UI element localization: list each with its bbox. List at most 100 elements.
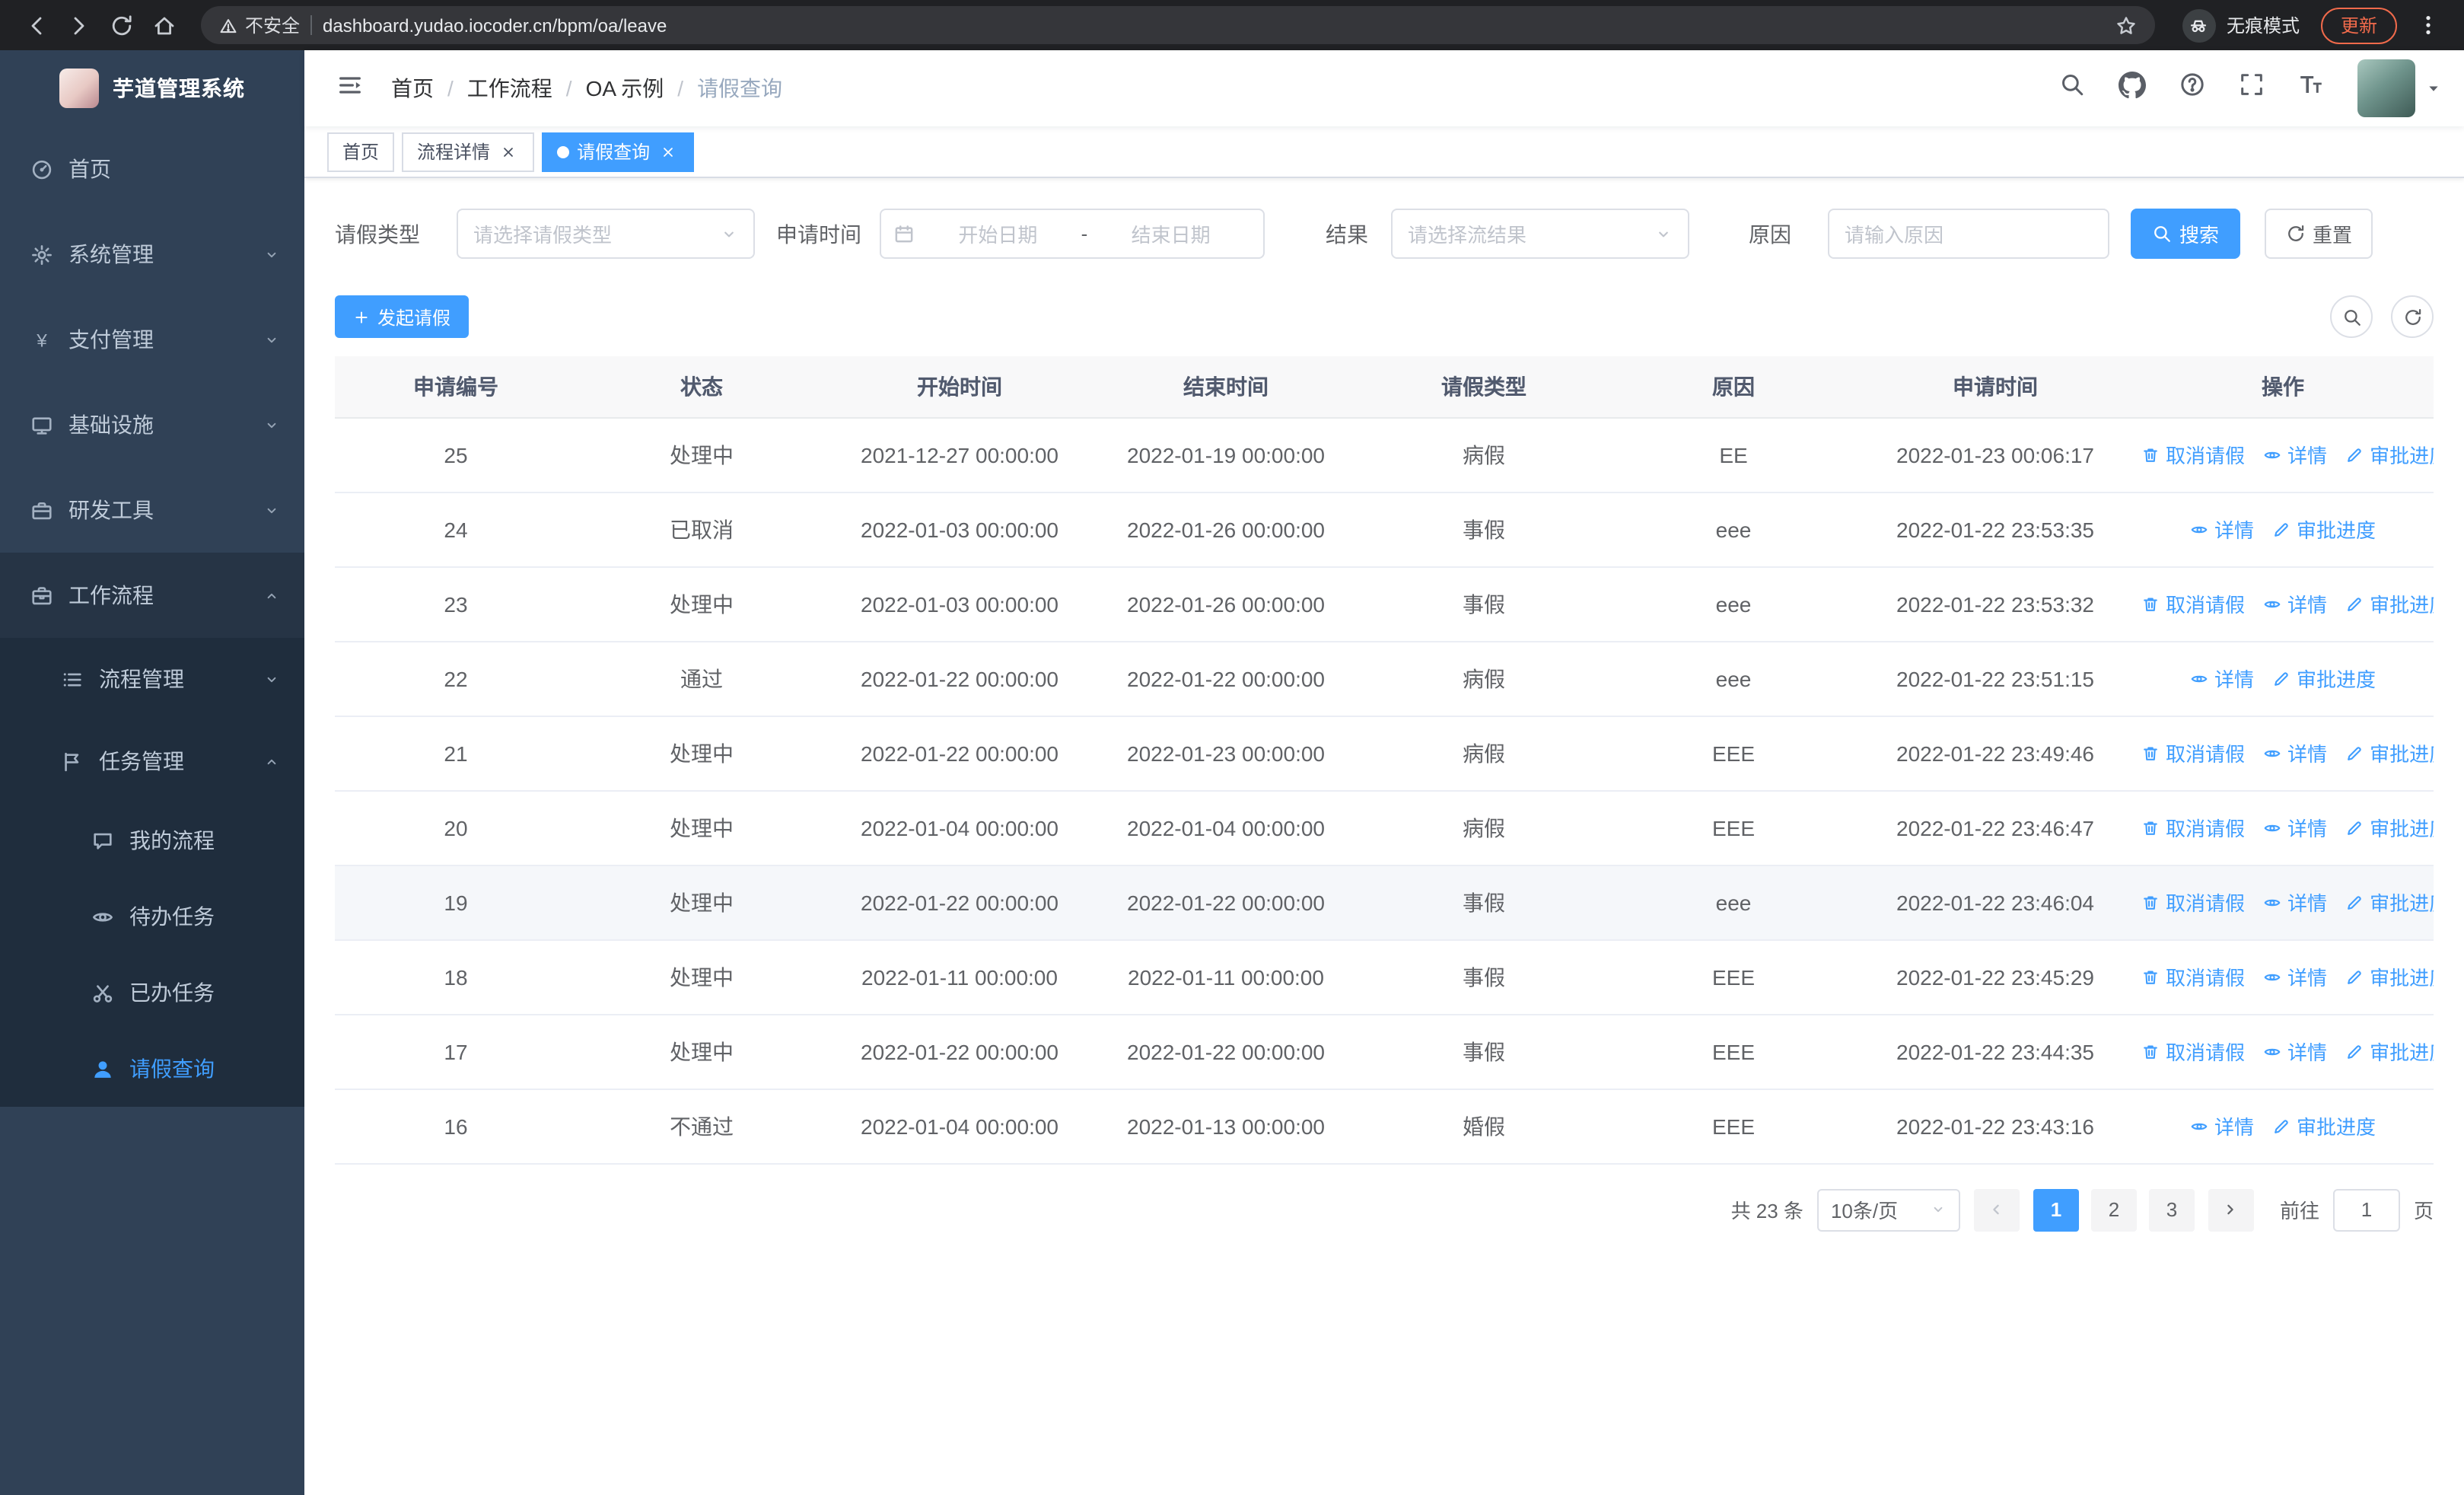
action-detail-link[interactable]: 详情 bbox=[2263, 589, 2327, 618]
page-size-select[interactable]: 10条/页 bbox=[1816, 1188, 1960, 1231]
sidebar-toggle-button[interactable] bbox=[327, 71, 373, 106]
table-row[interactable]: 23 处理中 2022-01-03 00:00:00 2022-01-26 00… bbox=[335, 566, 2434, 642]
browser-back-button[interactable] bbox=[15, 4, 58, 46]
address-bar[interactable]: 不安全 dashboard.yudao.iocoder.cn/bpm/oa/le… bbox=[201, 6, 2155, 44]
browser-forward-button[interactable] bbox=[58, 4, 100, 46]
action-progress-link[interactable]: 审批进度 bbox=[2345, 962, 2434, 991]
page-number-button[interactable]: 3 bbox=[2148, 1188, 2195, 1231]
github-link[interactable] bbox=[2119, 71, 2146, 106]
goto-page-input[interactable] bbox=[2332, 1188, 2400, 1231]
action-cancel-link[interactable]: 取消请假 bbox=[2141, 888, 2245, 916]
create-leave-button[interactable]: 发起请假 bbox=[335, 295, 470, 338]
table-row[interactable]: 21 处理中 2022-01-22 00:00:00 2022-01-23 00… bbox=[335, 716, 2434, 791]
tab-leave-query[interactable]: 请假查询 bbox=[542, 132, 695, 171]
apply-time-range-picker[interactable]: 开始日期 - 结束日期 bbox=[880, 209, 1265, 259]
action-progress-link[interactable]: 审批进度 bbox=[2345, 440, 2434, 469]
browser-update-button[interactable]: 更新 bbox=[2320, 7, 2397, 43]
table-row[interactable]: 24 已取消 2022-01-03 00:00:00 2022-01-26 00… bbox=[335, 492, 2434, 567]
table-row[interactable]: 19 处理中 2022-01-22 00:00:00 2022-01-22 00… bbox=[335, 865, 2434, 940]
search-button[interactable]: 搜索 bbox=[2131, 209, 2240, 259]
action-cancel-link[interactable]: 取消请假 bbox=[2141, 813, 2245, 842]
header-search-button[interactable] bbox=[2059, 72, 2085, 105]
font-size-icon bbox=[2298, 72, 2324, 97]
action-progress-link[interactable]: 审批进度 bbox=[2272, 664, 2376, 693]
action-progress-link[interactable]: 审批进度 bbox=[2345, 888, 2434, 916]
table-row[interactable]: 16 不通过 2022-01-04 00:00:00 2022-01-13 00… bbox=[335, 1089, 2434, 1164]
action-detail-link[interactable]: 详情 bbox=[2190, 664, 2254, 693]
breadcrumb-item[interactable]: OA 示例 bbox=[586, 73, 664, 104]
font-size-button[interactable] bbox=[2298, 72, 2324, 105]
menu-item-label: 我的流程 bbox=[129, 828, 215, 853]
cell-reason: EEE bbox=[1609, 716, 1858, 791]
tab-process-detail[interactable]: 流程详情 bbox=[402, 132, 535, 171]
sidebar-item-payment[interactable]: ¥ 支付管理 bbox=[0, 297, 304, 382]
sidebar-item-process-management[interactable]: 流程管理 bbox=[0, 638, 304, 720]
sidebar-item-task-management[interactable]: 任务管理 bbox=[0, 720, 304, 802]
action-label: 审批进度 bbox=[2370, 818, 2434, 840]
app-logo[interactable]: 芋道管理系统 bbox=[0, 50, 304, 126]
tab-close-icon[interactable] bbox=[657, 141, 679, 162]
leave-type-select[interactable]: 请选择请假类型 bbox=[457, 209, 755, 259]
sidebar: 芋道管理系统 首页 系统管理 ¥ 支付管理 基础设施 研发工具 工作流程 流程管… bbox=[0, 50, 304, 1495]
sidebar-item-infrastructure[interactable]: 基础设施 bbox=[0, 382, 304, 467]
action-detail-link[interactable]: 详情 bbox=[2263, 738, 2327, 767]
action-progress-link[interactable]: 审批进度 bbox=[2345, 813, 2434, 842]
action-icon bbox=[2345, 893, 2364, 911]
action-detail-link[interactable]: 详情 bbox=[2263, 440, 2327, 469]
sidebar-item-workflow[interactable]: 工作流程 bbox=[0, 553, 304, 638]
action-progress-link[interactable]: 审批进度 bbox=[2345, 1037, 2434, 1066]
toggle-search-button[interactable] bbox=[2330, 295, 2373, 338]
action-label: 审批进度 bbox=[2297, 519, 2376, 542]
action-progress-link[interactable]: 审批进度 bbox=[2345, 738, 2434, 767]
sidebar-item-home[interactable]: 首页 bbox=[0, 126, 304, 212]
action-detail-link[interactable]: 详情 bbox=[2263, 962, 2327, 991]
table-row[interactable]: 17 处理中 2022-01-22 00:00:00 2022-01-22 00… bbox=[335, 1014, 2434, 1089]
table-row[interactable]: 22 通过 2022-01-22 00:00:00 2022-01-22 00:… bbox=[335, 641, 2434, 716]
action-cancel-link[interactable]: 取消请假 bbox=[2141, 1037, 2245, 1066]
action-cancel-link[interactable]: 取消请假 bbox=[2141, 962, 2245, 991]
next-page-button[interactable] bbox=[2208, 1188, 2254, 1231]
action-cancel-link[interactable]: 取消请假 bbox=[2141, 440, 2245, 469]
action-detail-link[interactable]: 详情 bbox=[2263, 1037, 2327, 1066]
tab-home[interactable]: 首页 bbox=[327, 132, 395, 171]
menu-item-label: 支付管理 bbox=[68, 327, 154, 352]
browser-reload-button[interactable] bbox=[100, 4, 143, 46]
prev-page-button[interactable] bbox=[1973, 1188, 2020, 1231]
refresh-table-button[interactable] bbox=[2391, 295, 2434, 338]
action-progress-link[interactable]: 审批进度 bbox=[2272, 515, 2376, 543]
sidebar-item-leave-query[interactable]: 请假查询 bbox=[0, 1031, 304, 1107]
action-detail-link[interactable]: 详情 bbox=[2190, 515, 2254, 543]
action-detail-link[interactable]: 详情 bbox=[2190, 1111, 2254, 1140]
table-row[interactable]: 25 处理中 2021-12-27 00:00:00 2022-01-19 00… bbox=[335, 417, 2434, 492]
reason-placeholder: 请输入原因 bbox=[1845, 224, 1944, 247]
action-detail-link[interactable]: 详情 bbox=[2263, 813, 2327, 842]
result-select[interactable]: 请选择流结果 bbox=[1391, 209, 1689, 259]
sidebar-item-dev-tools[interactable]: 研发工具 bbox=[0, 467, 304, 553]
tab-close-icon[interactable] bbox=[498, 141, 519, 162]
breadcrumb-item[interactable]: 首页 bbox=[391, 73, 434, 104]
sidebar-item-my-process[interactable]: 我的流程 bbox=[0, 802, 304, 878]
breadcrumb-item[interactable]: 工作流程 bbox=[467, 73, 552, 104]
security-status[interactable]: 不安全 bbox=[219, 12, 300, 38]
action-progress-link[interactable]: 审批进度 bbox=[2272, 1111, 2376, 1140]
user-menu[interactable] bbox=[2357, 59, 2441, 117]
cell-leave-type: 婚假 bbox=[1359, 1089, 1609, 1164]
page-number-button[interactable]: 1 bbox=[2033, 1188, 2079, 1231]
action-cancel-link[interactable]: 取消请假 bbox=[2141, 589, 2245, 618]
action-cancel-link[interactable]: 取消请假 bbox=[2141, 738, 2245, 767]
reason-input[interactable]: 请输入原因 bbox=[1828, 209, 2109, 259]
bookmark-star-icon[interactable] bbox=[2115, 14, 2137, 36]
fullscreen-button[interactable] bbox=[2239, 72, 2265, 105]
page-number-button[interactable]: 2 bbox=[2090, 1188, 2137, 1231]
sidebar-item-system[interactable]: 系统管理 bbox=[0, 212, 304, 297]
docs-help-button[interactable] bbox=[2179, 72, 2205, 105]
table-row[interactable]: 20 处理中 2022-01-04 00:00:00 2022-01-04 00… bbox=[335, 790, 2434, 865]
browser-home-button[interactable] bbox=[143, 4, 186, 46]
sidebar-item-done-tasks[interactable]: 已办任务 bbox=[0, 955, 304, 1031]
sidebar-item-todo-tasks[interactable]: 待办任务 bbox=[0, 878, 304, 955]
browser-menu-button[interactable] bbox=[2406, 4, 2449, 46]
action-detail-link[interactable]: 详情 bbox=[2263, 888, 2327, 916]
action-progress-link[interactable]: 审批进度 bbox=[2345, 589, 2434, 618]
reset-button[interactable]: 重置 bbox=[2265, 209, 2373, 259]
table-row[interactable]: 18 处理中 2022-01-11 00:00:00 2022-01-11 00… bbox=[335, 939, 2434, 1015]
